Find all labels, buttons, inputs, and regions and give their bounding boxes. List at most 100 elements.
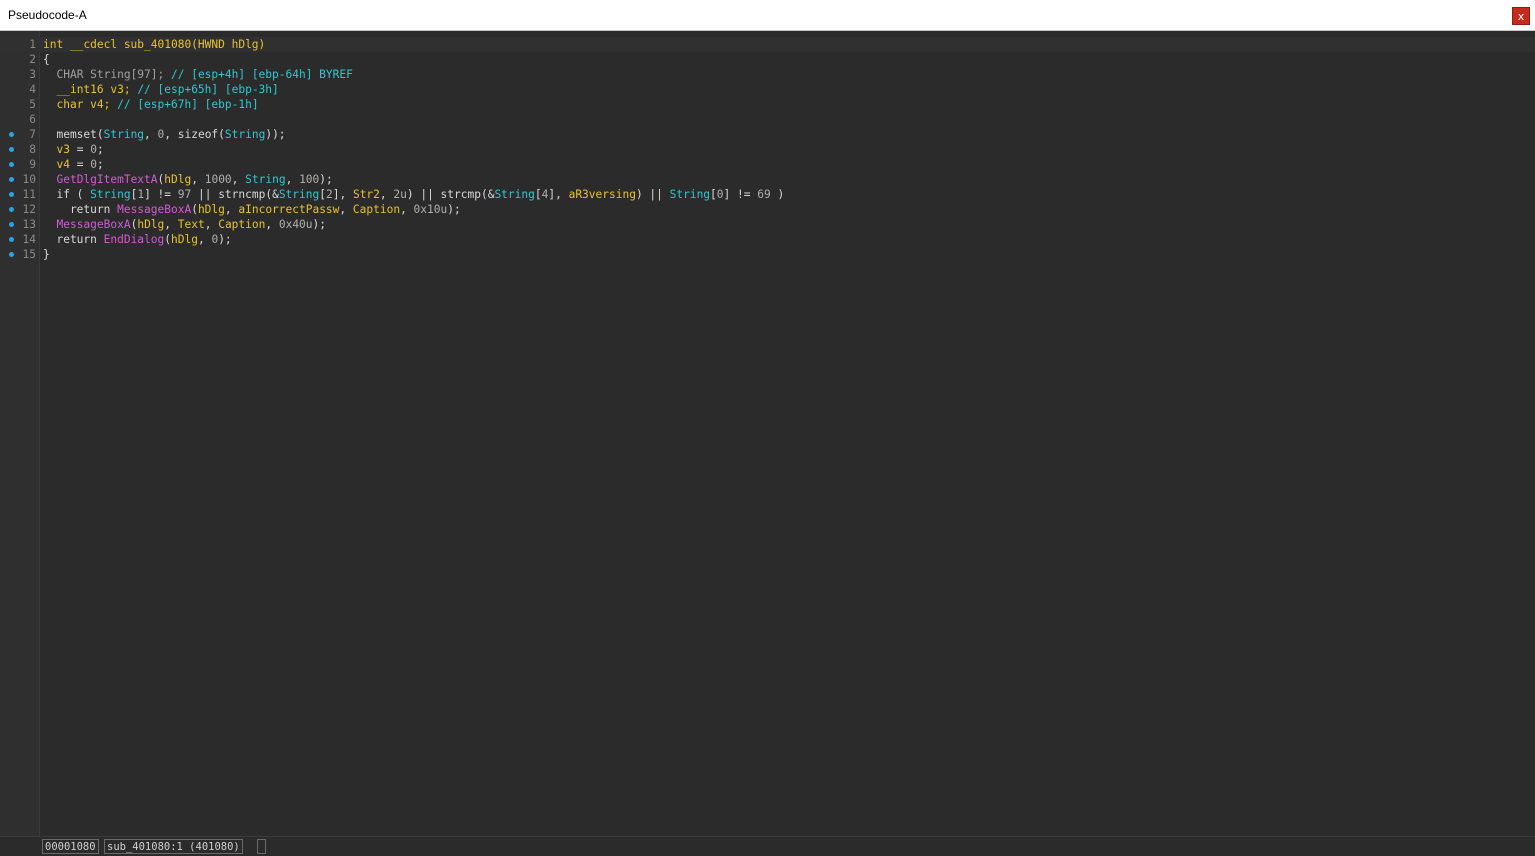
breakpoint-dot-icon[interactable]	[9, 222, 14, 227]
line-number: 2	[29, 53, 36, 66]
pseudocode-editor[interactable]: 1 int __cdecl sub_401080(HWND hDlg) 2{3 CH…	[0, 31, 1535, 836]
code-line[interactable]: 8 v3 = 0;	[0, 142, 1535, 157]
code-token: String	[224, 128, 266, 141]
code-token: , sizeof(	[164, 128, 225, 141]
code-token: ,	[400, 203, 414, 216]
code-line[interactable]: 7 memset(String, 0, sizeof(String));	[0, 127, 1535, 142]
code-token: 1000	[204, 173, 232, 186]
code-line[interactable]: 5 char v4; // [esp+67h] [ebp-1h]	[0, 97, 1535, 112]
code-text[interactable]: }	[43, 247, 50, 262]
code-token: hDlg	[137, 218, 165, 231]
code-token: 2u	[393, 188, 407, 201]
code-token: ,	[204, 218, 219, 231]
code-token: 0	[90, 158, 97, 171]
window-title: Pseudocode-A	[8, 8, 87, 22]
code-token: 0	[90, 143, 97, 156]
code-token: ,	[231, 173, 246, 186]
code-token: ,	[191, 173, 205, 186]
code-token: ) ||	[635, 188, 670, 201]
code-token: hDlg	[171, 233, 198, 246]
code-token: );	[218, 233, 232, 246]
code-line[interactable]: 3 CHAR String[97]; // [esp+4h] [ebp-64h]…	[0, 67, 1535, 82]
code-line[interactable]: 4 __int16 v3; // [esp+65h] [ebp-3h]	[0, 82, 1535, 97]
code-text[interactable]: MessageBoxA(hDlg, Text, Caption, 0x40u);	[43, 217, 326, 232]
code-token: ) || strcmp(&	[406, 188, 495, 201]
code-area[interactable]: 1 int __cdecl sub_401080(HWND hDlg) 2{3 CH…	[0, 37, 1535, 262]
code-line[interactable]: 10 GetDlgItemTextA(hDlg, 1000, String, 1…	[0, 172, 1535, 187]
code-text[interactable]: return MessageBoxA(hDlg, aIncorrectPassw…	[43, 202, 461, 217]
code-token: 69	[757, 188, 771, 201]
code-token: // [esp+67h] [ebp-1h]	[110, 98, 259, 111]
code-token: MessageBoxA	[56, 218, 131, 231]
code-token: );	[312, 218, 327, 231]
code-token: Caption	[218, 218, 266, 231]
code-token: String	[103, 128, 145, 141]
code-line[interactable]: 15}	[0, 247, 1535, 262]
code-token: // [esp+65h] [ebp-3h]	[130, 83, 279, 96]
breakpoint-dot-icon[interactable]	[9, 177, 14, 182]
line-number: 11	[22, 188, 36, 201]
breakpoint-dot-icon[interactable]	[9, 132, 14, 137]
line-number: 15	[22, 248, 36, 261]
code-line[interactable]: 13 MessageBoxA(hDlg, Text, Caption, 0x40…	[0, 217, 1535, 232]
code-text[interactable]: memset(String, 0, sizeof(String));	[43, 127, 285, 142]
code-token: hDlg	[197, 203, 225, 216]
status-bar: 00001080 sub_401080:1 (401080)	[0, 836, 1535, 856]
code-token: );	[319, 173, 333, 186]
code-line[interactable]: 6	[0, 112, 1535, 127]
line-number: 14	[22, 233, 36, 246]
code-token: }	[43, 248, 50, 261]
breakpoint-dot-icon[interactable]	[9, 162, 14, 167]
code-text[interactable]: {	[43, 52, 50, 67]
line-number: 8	[29, 143, 36, 156]
code-text[interactable]: return EndDialog(hDlg, 0);	[43, 232, 232, 247]
code-line[interactable]: 12 return MessageBoxA(hDlg, aIncorrectPa…	[0, 202, 1535, 217]
code-token: (	[191, 203, 198, 216]
code-text[interactable]: __int16 v3; // [esp+65h] [ebp-3h]	[43, 82, 279, 97]
code-token: ,	[197, 233, 212, 246]
breakpoint-dot-icon[interactable]	[9, 252, 14, 257]
code-text[interactable]: int __cdecl sub_401080(HWND hDlg)	[43, 37, 265, 52]
line-number: 9	[29, 158, 36, 171]
breakpoint-dot-icon[interactable]	[9, 237, 14, 242]
code-token: EndDialog	[103, 233, 165, 246]
line-number: 6	[29, 113, 36, 126]
code-token: || strncmp(&	[191, 188, 279, 201]
code-text[interactable]: char v4; // [esp+67h] [ebp-1h]	[43, 97, 259, 112]
code-token: aR3versing	[568, 188, 636, 201]
code-token: aIncorrectPassw	[238, 203, 340, 216]
status-location: sub_401080:1 (401080)	[104, 839, 243, 854]
code-token: [	[710, 188, 717, 201]
code-token: ] !=	[144, 188, 178, 201]
code-text[interactable]: if ( String[1] != 97 || strncmp(&String[…	[43, 187, 784, 202]
code-token: ,	[379, 188, 394, 201]
code-token: 97	[177, 188, 192, 201]
code-text[interactable]: CHAR String[97]; // [esp+4h] [ebp-64h] B…	[43, 67, 352, 82]
title-bar: Pseudocode-A x	[0, 0, 1535, 31]
code-token: ,	[144, 128, 158, 141]
line-number: 3	[29, 68, 36, 81]
code-token: 0	[716, 188, 724, 201]
breakpoint-dot-icon[interactable]	[9, 192, 14, 197]
code-token: 100	[299, 173, 320, 186]
code-line[interactable]: 14 return EndDialog(hDlg, 0);	[0, 232, 1535, 247]
code-token: (	[164, 233, 171, 246]
code-token: ,	[164, 218, 178, 231]
line-number: 4	[29, 83, 36, 96]
breakpoint-dot-icon[interactable]	[9, 147, 14, 152]
code-text[interactable]: v4 = 0;	[43, 157, 103, 172]
line-number: 5	[29, 98, 36, 111]
code-line[interactable]: 11 if ( String[1] != 97 || strncmp(&Stri…	[0, 187, 1535, 202]
code-text[interactable]: GetDlgItemTextA(hDlg, 1000, String, 100)…	[43, 172, 333, 187]
code-line[interactable]: 2{	[0, 52, 1535, 67]
breakpoint-dot-icon[interactable]	[9, 207, 14, 212]
code-line[interactable]: 1 int __cdecl sub_401080(HWND hDlg)	[0, 37, 1535, 52]
code-line[interactable]: 9 v4 = 0;	[0, 157, 1535, 172]
close-button[interactable]: x	[1512, 7, 1530, 25]
line-number: 12	[22, 203, 36, 216]
code-text[interactable]: v3 = 0;	[43, 142, 103, 157]
line-number: 10	[22, 173, 36, 186]
